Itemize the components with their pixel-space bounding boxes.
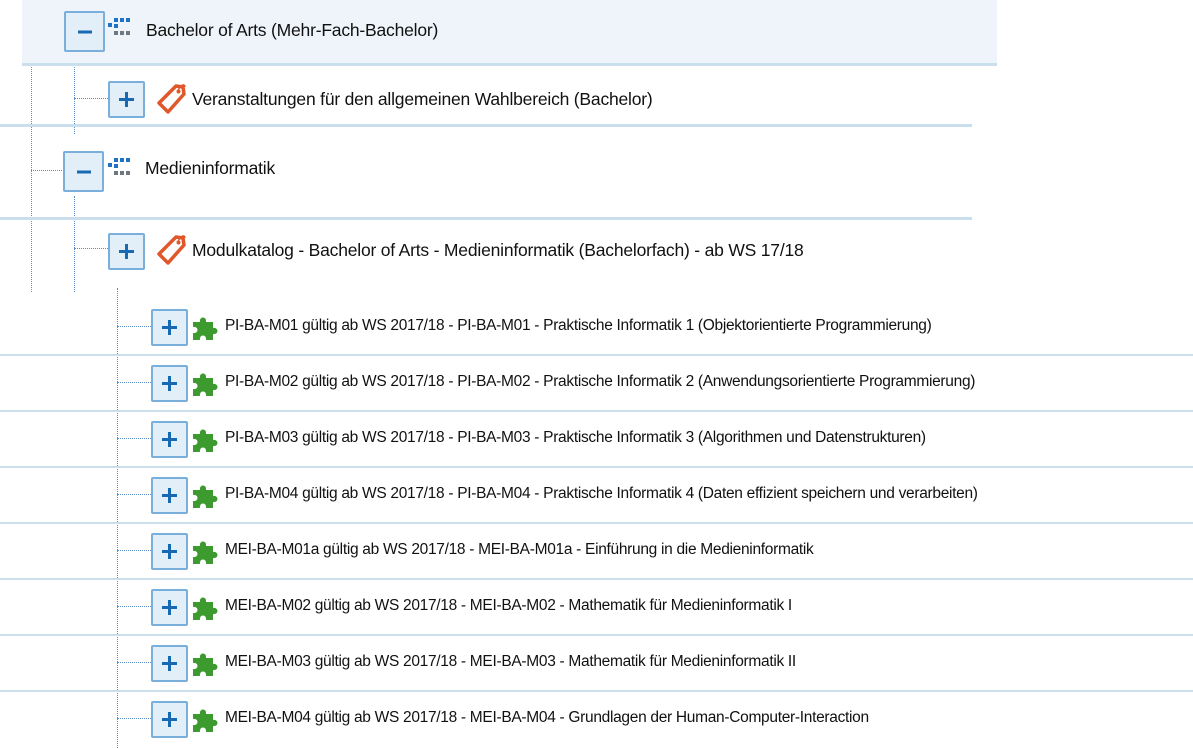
plus-icon bbox=[162, 488, 177, 503]
puzzle-piece-icon bbox=[193, 317, 218, 340]
expand-toggle-button[interactable] bbox=[151, 477, 188, 514]
plus-icon bbox=[162, 320, 177, 335]
plus-icon bbox=[119, 244, 134, 259]
tree-node-medieninformatik[interactable]: Medieninformatik bbox=[0, 140, 972, 220]
collapse-toggle-button[interactable] bbox=[64, 11, 105, 52]
degree-program-icon bbox=[108, 18, 130, 35]
expand-toggle-button[interactable] bbox=[151, 309, 188, 346]
tree-node-label[interactable]: PI-BA-M04 gültig ab WS 2017/18 - PI-BA-M… bbox=[225, 485, 978, 503]
tree-node-module-pi-ba-m04[interactable]: PI-BA-M04 gültig ab WS 2017/18 - PI-BA-M… bbox=[0, 469, 1193, 524]
puzzle-piece-icon bbox=[193, 485, 218, 508]
expand-toggle-button[interactable] bbox=[108, 81, 145, 118]
puzzle-piece-icon bbox=[193, 653, 218, 676]
plus-icon bbox=[162, 544, 177, 559]
tag-icon bbox=[157, 84, 186, 114]
expand-toggle-button[interactable] bbox=[151, 365, 188, 402]
expand-toggle-button[interactable] bbox=[151, 645, 188, 682]
tree-node-module-mei-ba-m04[interactable]: MEI-BA-M04 gültig ab WS 2017/18 - MEI-BA… bbox=[0, 693, 1193, 748]
plus-icon bbox=[119, 92, 134, 107]
tree-node-label[interactable]: Medieninformatik bbox=[145, 158, 275, 179]
tag-icon bbox=[157, 235, 186, 265]
expand-toggle-button[interactable] bbox=[151, 533, 188, 570]
degree-program-icon bbox=[108, 158, 130, 175]
tree-node-label[interactable]: MEI-BA-M03 gültig ab WS 2017/18 - MEI-BA… bbox=[225, 653, 796, 671]
tree-node-module-mei-ba-m02[interactable]: MEI-BA-M02 gültig ab WS 2017/18 - MEI-BA… bbox=[0, 581, 1193, 636]
puzzle-piece-icon bbox=[193, 429, 218, 452]
tree-node-module-pi-ba-m01[interactable]: PI-BA-M01 gültig ab WS 2017/18 - PI-BA-M… bbox=[0, 301, 1193, 356]
tree-node-module-pi-ba-m02[interactable]: PI-BA-M02 gültig ab WS 2017/18 - PI-BA-M… bbox=[0, 357, 1193, 412]
expand-toggle-button[interactable] bbox=[108, 233, 145, 270]
tree-node-label[interactable]: PI-BA-M02 gültig ab WS 2017/18 - PI-BA-M… bbox=[225, 373, 975, 391]
minus-icon bbox=[77, 30, 92, 33]
collapse-toggle-button[interactable] bbox=[63, 151, 104, 192]
expand-toggle-button[interactable] bbox=[151, 701, 188, 738]
minus-icon bbox=[76, 170, 91, 173]
tree-node-label[interactable]: Veranstaltungen für den allgemeinen Wahl… bbox=[192, 89, 653, 110]
plus-icon bbox=[162, 656, 177, 671]
plus-icon bbox=[162, 712, 177, 727]
tree-node-label[interactable]: PI-BA-M03 gültig ab WS 2017/18 - PI-BA-M… bbox=[225, 429, 926, 447]
expand-toggle-button[interactable] bbox=[151, 421, 188, 458]
puzzle-piece-icon bbox=[193, 597, 218, 620]
plus-icon bbox=[162, 600, 177, 615]
tree-node-allgemeiner-wahlbereich[interactable]: Veranstaltungen für den allgemeinen Wahl… bbox=[0, 71, 972, 127]
tree-node-label[interactable]: MEI-BA-M04 gültig ab WS 2017/18 - MEI-BA… bbox=[225, 709, 869, 727]
tree-node-module-mei-ba-m01a[interactable]: MEI-BA-M01a gültig ab WS 2017/18 - MEI-B… bbox=[0, 525, 1193, 580]
tree-node-label[interactable]: Bachelor of Arts (Mehr-Fach-Bachelor) bbox=[146, 20, 438, 41]
tree-node-bachelor-of-arts[interactable]: Bachelor of Arts (Mehr-Fach-Bachelor) bbox=[22, 0, 997, 66]
plus-icon bbox=[162, 376, 177, 391]
puzzle-piece-icon bbox=[193, 709, 218, 732]
expand-toggle-button[interactable] bbox=[151, 589, 188, 626]
tree-node-label[interactable]: MEI-BA-M02 gültig ab WS 2017/18 - MEI-BA… bbox=[225, 597, 792, 615]
tree-node-label[interactable]: PI-BA-M01 gültig ab WS 2017/18 - PI-BA-M… bbox=[225, 317, 932, 335]
tree-node-module-mei-ba-m03[interactable]: MEI-BA-M03 gültig ab WS 2017/18 - MEI-BA… bbox=[0, 637, 1193, 692]
course-catalog-tree: Bachelor of Arts (Mehr-Fach-Bachelor) Ve… bbox=[0, 0, 1193, 748]
puzzle-piece-icon bbox=[193, 541, 218, 564]
tree-node-modulkatalog[interactable]: Modulkatalog - Bachelor of Arts - Medien… bbox=[0, 222, 972, 284]
tree-node-label[interactable]: Modulkatalog - Bachelor of Arts - Medien… bbox=[192, 240, 804, 261]
puzzle-piece-icon bbox=[193, 373, 218, 396]
tree-node-module-pi-ba-m03[interactable]: PI-BA-M03 gültig ab WS 2017/18 - PI-BA-M… bbox=[0, 413, 1193, 468]
plus-icon bbox=[162, 432, 177, 447]
tree-node-label[interactable]: MEI-BA-M01a gültig ab WS 2017/18 - MEI-B… bbox=[225, 541, 814, 559]
